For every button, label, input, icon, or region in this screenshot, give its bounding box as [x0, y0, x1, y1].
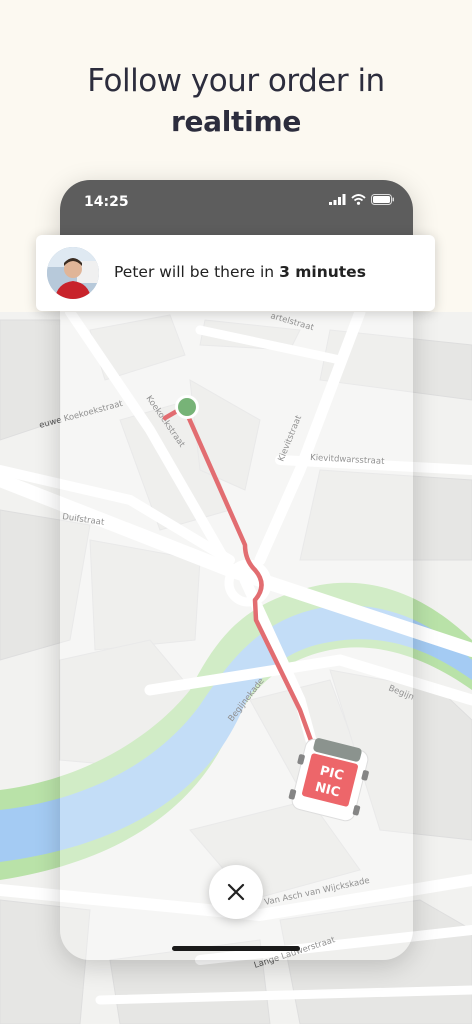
eta-value: 3 minutes [279, 263, 366, 281]
driver-photo [47, 247, 99, 299]
headline-line-1: Follow your order in [87, 63, 385, 99]
close-icon [227, 883, 245, 901]
battery-icon [371, 194, 394, 205]
headline-line-2: realtime [170, 105, 302, 138]
headline: Follow your order in realtime [0, 60, 472, 142]
eta-prefix: Peter will be there in [114, 263, 280, 281]
eta-message: Peter will be there in 3 minutes [114, 263, 366, 281]
wifi-icon [351, 194, 366, 205]
home-indicator[interactable] [172, 946, 300, 951]
status-time: 14:25 [84, 194, 129, 210]
driver-avatar [47, 247, 99, 299]
delivery-eta-card: Peter will be there in 3 minutes [36, 235, 435, 311]
signal-icon [329, 194, 346, 205]
close-button[interactable] [209, 865, 263, 919]
